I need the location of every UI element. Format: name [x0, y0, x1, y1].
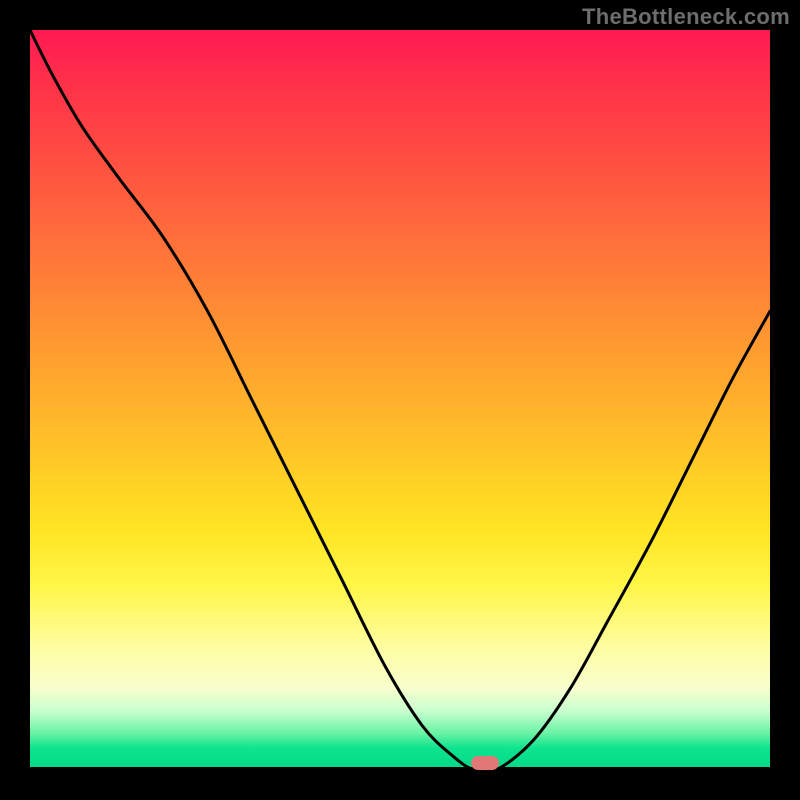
bottleneck-curve: [30, 30, 770, 770]
curve-layer: [30, 30, 770, 770]
watermark-label: TheBottleneck.com: [582, 4, 790, 30]
plot-area: [30, 30, 770, 770]
baseline: [30, 767, 770, 770]
optimal-marker: [471, 756, 499, 770]
chart-frame: TheBottleneck.com: [0, 0, 800, 800]
